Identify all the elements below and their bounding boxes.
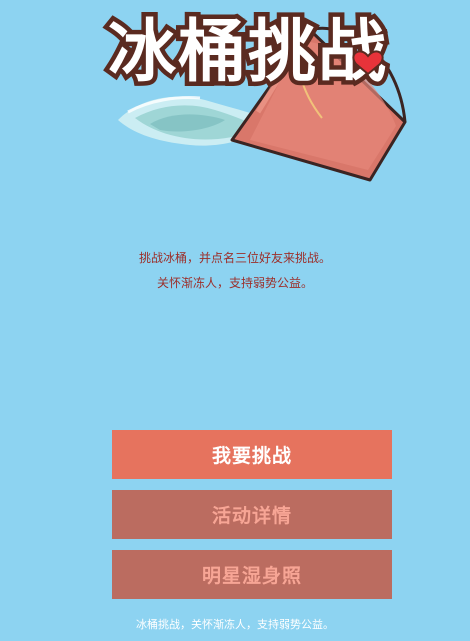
intro-line-2: 关怀渐冻人，支持弱势公益。 [156, 276, 313, 290]
celebrity-photos-button[interactable]: 明星湿身照 [112, 550, 392, 599]
hero-title: 冰桶挑战 [103, 9, 390, 93]
hero-banner: 冰桶挑战 [0, 0, 470, 240]
hero-title-text: 冰桶挑战 [108, 13, 388, 92]
event-details-button[interactable]: 活动详情 [112, 490, 392, 539]
intro-line-1: 挑战冰桶，并点名三位好友来挑战。 [138, 251, 331, 265]
challenge-button[interactable]: 我要挑战 [112, 430, 392, 479]
footer-text: 冰桶挑战，关怀渐冻人，支持弱势公益。 [136, 618, 334, 631]
